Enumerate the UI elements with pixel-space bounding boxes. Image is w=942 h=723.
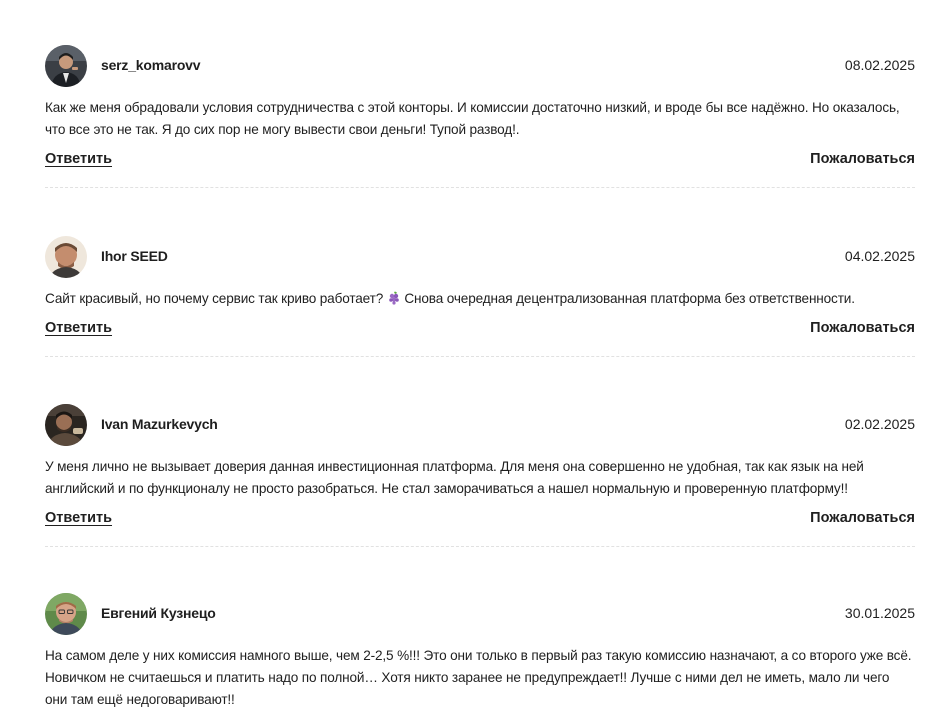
comment-date: 30.01.2025 bbox=[844, 605, 915, 621]
comment-text-part: Снова очередная децентрализованная платф… bbox=[400, 291, 855, 306]
comment-item: Ivan Mazurkevych 02.02.2025 У меня лично… bbox=[45, 404, 915, 547]
avatar bbox=[45, 45, 87, 87]
user-photo-icon bbox=[45, 45, 87, 87]
comment-author: Ihor SEED bbox=[101, 248, 168, 264]
comment-header: serz_komarovv 08.02.2025 bbox=[45, 45, 915, 87]
avatar bbox=[45, 404, 87, 446]
avatar bbox=[45, 236, 87, 278]
user-photo-icon bbox=[45, 404, 87, 446]
comment-author: Евгений Кузнецо bbox=[101, 605, 216, 621]
reply-link[interactable]: Ответить bbox=[45, 320, 112, 336]
reply-link[interactable]: Ответить bbox=[45, 510, 112, 526]
comment-text: На самом деле у них комиссия намного выш… bbox=[45, 648, 912, 707]
comments-list: serz_komarovv 08.02.2025 Как же меня обр… bbox=[0, 0, 942, 723]
avatar bbox=[45, 593, 87, 635]
comment-item: Евгений Кузнецо 30.01.2025 На самом деле… bbox=[45, 593, 915, 711]
comment-date: 04.02.2025 bbox=[844, 248, 915, 264]
comment-text: У меня лично не вызывает доверия данная … bbox=[45, 459, 864, 496]
comment-header: Ihor SEED 04.02.2025 bbox=[45, 236, 915, 278]
comment-actions: Ответить Пожаловаться bbox=[45, 310, 915, 357]
comment-author: serz_komarovv bbox=[101, 57, 201, 73]
comment-item: Ihor SEED 04.02.2025 Сайт красивый, но п… bbox=[45, 236, 915, 357]
comment-date: 08.02.2025 bbox=[844, 57, 915, 73]
user-photo-icon bbox=[45, 593, 87, 635]
report-link[interactable]: Пожаловаться bbox=[810, 510, 915, 526]
comment-author: Ivan Mazurkevych bbox=[101, 416, 218, 432]
comment-text-part: Сайт красивый, но почему сервис так крив… bbox=[45, 291, 387, 306]
report-link[interactable]: Пожаловаться bbox=[810, 151, 915, 167]
report-link[interactable]: Пожаловаться bbox=[810, 320, 915, 336]
comment-text: Сайт красивый, но почему сервис так крив… bbox=[45, 288, 915, 310]
comment-actions: Ответить Пожаловаться bbox=[45, 500, 915, 547]
comment-item: serz_komarovv 08.02.2025 Как же меня обр… bbox=[45, 45, 915, 188]
reply-link[interactable]: Ответить bbox=[45, 151, 112, 167]
comment-date: 02.02.2025 bbox=[844, 416, 915, 432]
comment-header: Евгений Кузнецо 30.01.2025 bbox=[45, 593, 915, 635]
comment-actions: Ответить Пожаловаться bbox=[45, 141, 915, 188]
comment-header: Ivan Mazurkevych 02.02.2025 bbox=[45, 404, 915, 446]
user-photo-icon bbox=[45, 236, 87, 278]
comment-text: Как же меня обрадовали условия сотруднич… bbox=[45, 100, 900, 137]
grapes-emoji-icon bbox=[388, 291, 399, 305]
